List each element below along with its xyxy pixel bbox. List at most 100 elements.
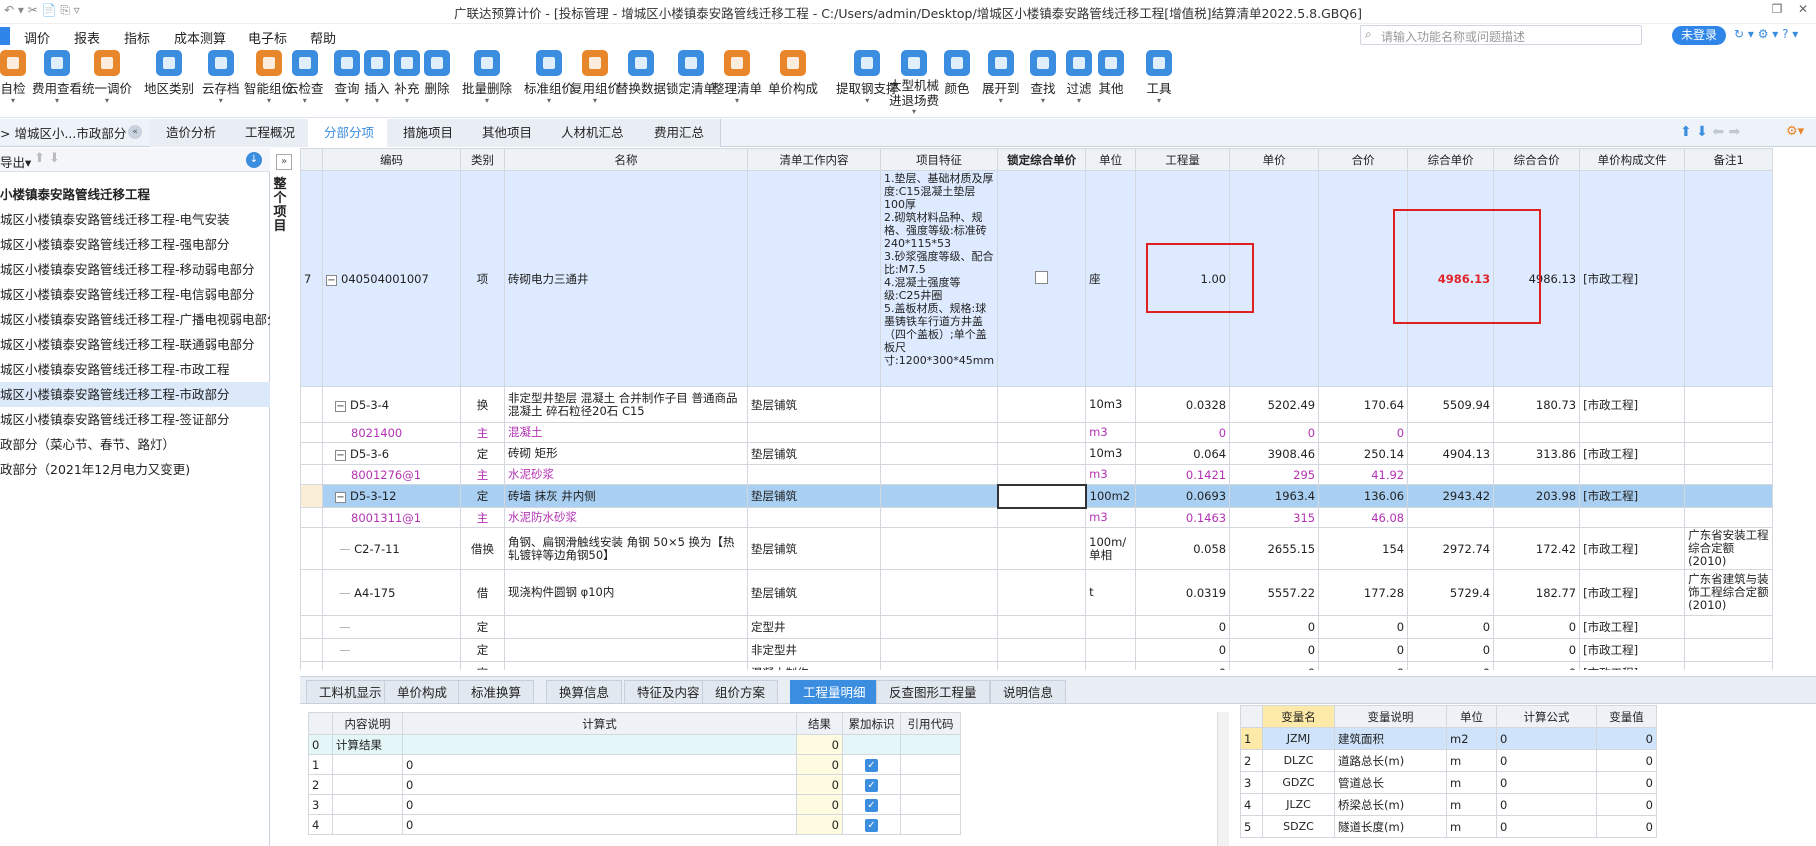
- ref-code[interactable]: [900, 754, 961, 775]
- collapse-toggle-icon[interactable]: −: [326, 274, 337, 286]
- grid-header-12[interactable]: 单价构成文件: [1579, 148, 1686, 171]
- menu-item-cost-estimate[interactable]: 成本测算: [174, 28, 226, 47]
- var-formula[interactable]: 0: [1496, 815, 1597, 838]
- collapse-toggle-icon[interactable]: −: [335, 492, 346, 503]
- grid-header-2[interactable]: 名称: [504, 148, 748, 171]
- tab-other-items[interactable]: 其他项目: [466, 119, 550, 147]
- calc-row[interactable]: 4 0 0 ✓: [308, 814, 961, 835]
- scrollbar[interactable]: [1217, 712, 1229, 846]
- table-row[interactable]: — A4-175 借现浇构件圆钢 φ10内 垫层铺筑 t 0.0319 5557.22 17…: [300, 569, 1774, 616]
- bottom-tab-8[interactable]: 说明信息: [990, 680, 1067, 704]
- ribbon-button-16[interactable]: 整理清单 ▾: [712, 50, 762, 105]
- var-formula[interactable]: 0: [1496, 727, 1597, 750]
- header-tools-icons[interactable]: ↻ ▾ ⚙ ▾ ? ▾: [1734, 27, 1798, 41]
- calc-expr[interactable]: 0: [402, 794, 797, 815]
- grid-header-4[interactable]: 项目特征: [879, 148, 999, 171]
- ribbon-button-1[interactable]: 费用查看 ▾: [32, 50, 82, 105]
- move-arrows[interactable]: ⬆ ⬇ ⬅ ➡: [1680, 124, 1740, 140]
- export-button[interactable]: 导出▾: [0, 152, 31, 171]
- table-row-main-item[interactable]: 7 −040504001007 项 砖砌电力三通井 1.垫层、基础材质及厚度:C…: [300, 170, 1774, 387]
- ribbon-button-25[interactable]: 工具 ▾: [1146, 50, 1172, 105]
- file-menu-button[interactable]: [0, 27, 10, 45]
- calc-expr[interactable]: 0: [402, 774, 797, 795]
- accumulate-checkbox[interactable]: ✓: [865, 779, 878, 792]
- accumulate-checkbox[interactable]: ✓: [865, 799, 878, 812]
- ribbon-button-7[interactable]: 查询 ▾: [334, 50, 360, 105]
- calc-desc[interactable]: [332, 774, 403, 795]
- var-row[interactable]: 3 GDZC 管道总长 m 0 0: [1240, 771, 1657, 794]
- download-icon[interactable]: ↓: [246, 152, 262, 168]
- table-row[interactable]: — C2-7-11 借换 角钢、扁钢滑触线安装 角钢 50×5 换为【热轧镀锌等边角…: [300, 527, 1774, 570]
- collapse-toggle-icon[interactable]: −: [335, 449, 346, 461]
- var-formula[interactable]: 0: [1496, 749, 1597, 772]
- ribbon-button-24[interactable]: 其他: [1098, 50, 1124, 97]
- var-row[interactable]: 5 SDZC 隧道长度(m) m 0 0: [1240, 815, 1657, 838]
- bottom-tab-5[interactable]: 组价方案: [702, 680, 779, 704]
- calc-desc[interactable]: 计算结果: [332, 734, 403, 755]
- calc-expr[interactable]: 0: [402, 814, 797, 835]
- bottom-tab-2[interactable]: 标准换算: [458, 680, 535, 704]
- bottom-tab-4[interactable]: 特征及内容: [624, 680, 713, 704]
- ribbon-button-17[interactable]: 单价构成: [768, 50, 818, 97]
- ribbon-button-9[interactable]: 补充 ▾: [394, 50, 420, 105]
- ribbon-button-19[interactable]: 大型机械进退场费 ▾: [886, 50, 942, 116]
- sidebar-item-5[interactable]: 城区小楼镇泰安路管线迁移工程-广播电视弱电部分: [0, 307, 270, 332]
- calc-row[interactable]: 3 0 0 ✓: [308, 794, 961, 815]
- bottom-tab-7[interactable]: 反查图形工程量: [876, 680, 990, 704]
- var-row[interactable]: 4 JLZC 桥梁总长(m) m 0 0: [1240, 793, 1657, 816]
- table-row[interactable]: − D5-3-6 定砖砌 矩形 垫层铺筑 10m3 0.064 3908.46 250.14 4…: [300, 442, 1774, 465]
- tab-items[interactable]: 分部分项: [308, 119, 392, 147]
- table-row[interactable]: − D5-3-12 定砖墙 抹灰 井内侧 垫层铺筑 100m2 0.0693 1963.4 1…: [300, 483, 1774, 509]
- var-formula[interactable]: 0: [1496, 771, 1597, 794]
- function-search-input[interactable]: ⌕ 请输入功能名称或问题描述: [1360, 25, 1642, 45]
- menu-item-tiaojia[interactable]: 调价: [24, 28, 50, 47]
- ribbon-button-13[interactable]: 复用组价 ▾: [570, 50, 620, 105]
- collapse-icon[interactable]: «: [128, 125, 142, 139]
- table-row[interactable]: 8001276@1 主水泥砂浆 m3 0.1421 295 41.92: [300, 464, 1774, 485]
- ribbon-button-21[interactable]: 展开到 ▾: [982, 50, 1020, 105]
- calc-desc[interactable]: [332, 794, 403, 815]
- ribbon-button-23[interactable]: 过滤 ▾: [1066, 50, 1092, 105]
- collapse-toggle-icon[interactable]: −: [335, 400, 346, 412]
- bottom-tab-3[interactable]: 换算信息: [546, 680, 623, 704]
- table-row[interactable]: 8001311@1 主水泥防水砂浆 m3 0.1463 315 46.08: [300, 507, 1774, 528]
- ribbon-button-8[interactable]: 插入 ▾: [364, 50, 390, 105]
- ribbon-button-2[interactable]: 统一调价 ▾: [82, 50, 132, 105]
- calc-desc[interactable]: [332, 814, 403, 835]
- sidebar-item-11[interactable]: 政部分（2021年12月电力又变更): [0, 457, 270, 482]
- ref-code[interactable]: [900, 814, 961, 835]
- ribbon-button-0[interactable]: 自检 ▾: [0, 50, 26, 105]
- var-row[interactable]: 1 JZMJ 建筑面积 m2 0 0: [1240, 727, 1657, 750]
- login-button[interactable]: 未登录: [1672, 26, 1726, 45]
- ribbon-button-4[interactable]: 云存档 ▾: [202, 50, 240, 105]
- ref-code[interactable]: [900, 774, 961, 795]
- calc-expr[interactable]: 0: [402, 754, 797, 775]
- table-row[interactable]: 8021400 主混凝土 m3 0 0 0: [300, 422, 1774, 443]
- table-row[interactable]: — 定定型井 0 0 0 0 0 [市政工程]: [300, 615, 1774, 639]
- expand-panel-icon[interactable]: »: [276, 154, 292, 170]
- menu-item-help[interactable]: 帮助: [310, 28, 336, 47]
- grid-header-10[interactable]: 综合单价: [1407, 148, 1495, 171]
- accumulate-checkbox[interactable]: ✓: [865, 759, 878, 772]
- tab-cost-analysis[interactable]: 造价分析: [150, 119, 234, 147]
- ribbon-button-14[interactable]: 替换数据: [616, 50, 666, 97]
- table-row[interactable]: — 定混凝土制作00000[市政工程]: [300, 661, 1774, 670]
- grid-header-1[interactable]: 类别: [460, 148, 505, 171]
- move-up-down-icon[interactable]: ⬆ ⬇: [34, 151, 60, 166]
- tab-measures[interactable]: 措施项目: [387, 119, 471, 147]
- restore-window-icon[interactable]: ❐: [1766, 2, 1788, 20]
- bottom-tab-0[interactable]: 工料机显示: [306, 680, 395, 704]
- menu-item-report[interactable]: 报表: [74, 28, 100, 47]
- calc-row[interactable]: 1 0 0 ✓: [308, 754, 961, 775]
- grid-header-8[interactable]: 单价: [1229, 148, 1320, 171]
- sidebar-item-3[interactable]: 城区小楼镇泰安路管线迁移工程-移动弱电部分: [0, 257, 270, 282]
- ribbon-button-15[interactable]: 锁定清单: [666, 50, 716, 97]
- var-row[interactable]: 2 DLZC 道路总长(m) m 0 0: [1240, 749, 1657, 772]
- sidebar-item-7[interactable]: 城区小楼镇泰安路管线迁移工程-市政工程: [0, 357, 270, 382]
- calc-expr[interactable]: [402, 734, 797, 755]
- sidebar-item-6[interactable]: 城区小楼镇泰安路管线迁移工程-联通弱电部分: [0, 332, 270, 357]
- calc-row[interactable]: 2 0 0 ✓: [308, 774, 961, 795]
- grid-header-5[interactable]: 锁定综合单价: [997, 148, 1087, 171]
- sidebar-item-0[interactable]: 小楼镇泰安路管线迁移工程: [0, 182, 270, 207]
- grid-header-0[interactable]: 编码: [322, 148, 461, 171]
